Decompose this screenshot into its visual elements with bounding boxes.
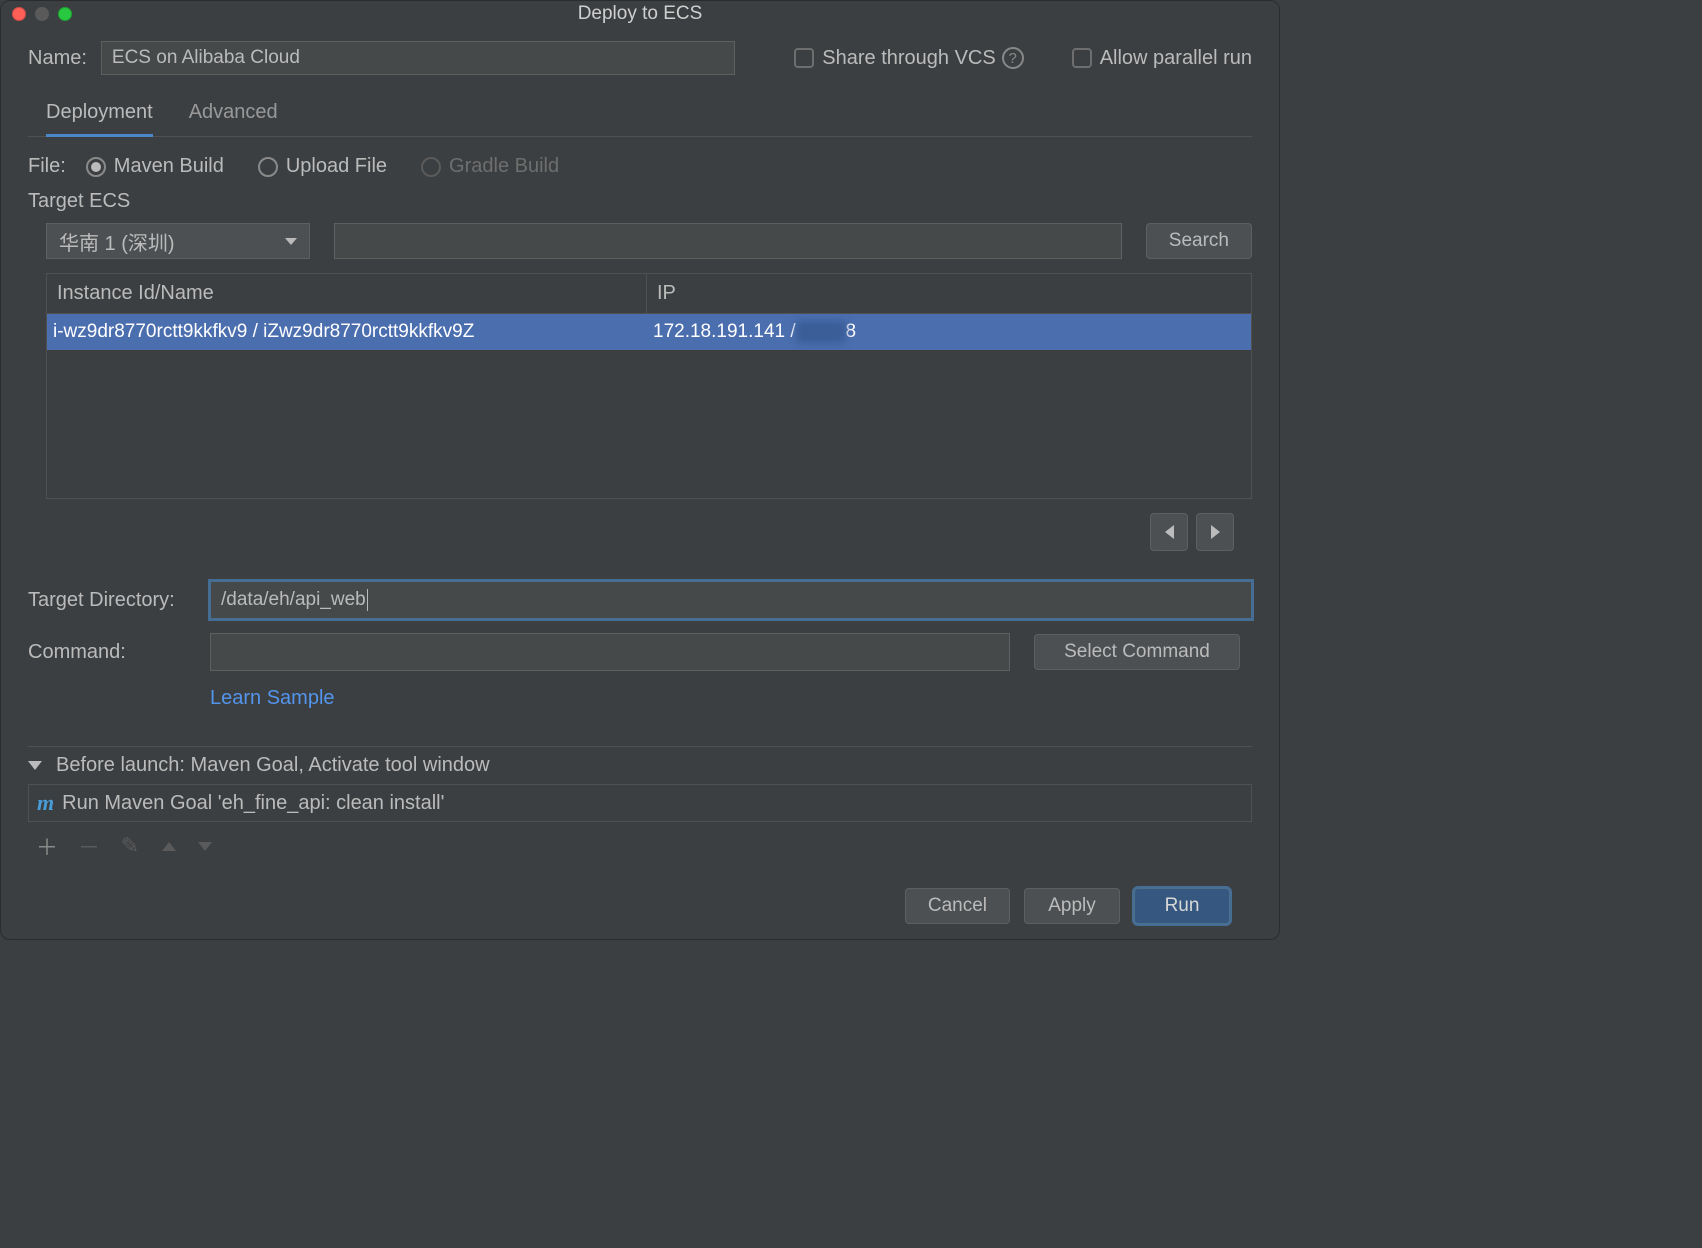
tab-advanced[interactable]: Advanced — [189, 101, 278, 136]
radio-maven-label: Maven Build — [114, 155, 224, 178]
checkbox-icon — [794, 48, 814, 68]
target-dir-label: Target Directory: — [28, 589, 210, 612]
dialog-footer: Cancel Apply Run — [28, 862, 1252, 924]
radio-gradle-label: Gradle Build — [449, 155, 559, 178]
learn-sample-link[interactable]: Learn Sample — [210, 687, 1252, 710]
select-command-button[interactable]: Select Command — [1034, 634, 1240, 670]
share-vcs-label: Share through VCS — [822, 47, 995, 70]
arrow-left-icon — [1165, 525, 1174, 539]
before-launch-item[interactable]: m Run Maven Goal 'eh_fine_api: clean ins… — [28, 784, 1252, 822]
radio-icon — [421, 157, 441, 177]
target-ecs-label: Target ECS — [28, 190, 1252, 213]
file-row: File: Maven Build Upload File Gradle Bui… — [28, 155, 1252, 178]
radio-gradle-build: Gradle Build — [421, 155, 559, 178]
share-vcs-checkbox[interactable]: Share through VCS ? — [794, 47, 1023, 70]
close-window-icon[interactable] — [12, 7, 26, 21]
radio-upload-label: Upload File — [286, 155, 387, 178]
window-title: Deploy to ECS — [0, 3, 1280, 25]
command-row: Command: Select Command — [28, 633, 1252, 671]
add-task-button[interactable]: ＋ — [36, 830, 56, 862]
before-launch-toolbar: ＋ － ✎ — [28, 822, 1252, 862]
target-dir-value: /data/eh/api_web — [221, 589, 366, 611]
search-button[interactable]: Search — [1146, 223, 1252, 259]
allow-parallel-label: Allow parallel run — [1100, 47, 1252, 70]
radio-icon — [258, 157, 278, 177]
command-label: Command: — [28, 641, 210, 664]
command-input[interactable] — [210, 633, 1010, 671]
name-row: Name: Share through VCS ? Allow parallel… — [28, 41, 1252, 75]
ip-prefix: 172.18.191.141 / — [653, 321, 796, 343]
next-button[interactable] — [1196, 513, 1234, 551]
window-controls — [12, 7, 72, 21]
help-icon[interactable]: ? — [1002, 47, 1024, 69]
target-dir-input[interactable]: /data/eh/api_web — [210, 581, 1252, 619]
region-selected: 华南 1 (深圳) — [59, 227, 175, 256]
chevron-down-icon — [285, 238, 297, 245]
move-up-button[interactable] — [162, 842, 176, 851]
before-launch-header[interactable]: Before launch: Maven Goal, Activate tool… — [28, 746, 1252, 784]
table-header: Instance Id/Name IP — [47, 274, 1251, 314]
file-label: File: — [28, 155, 66, 178]
text-caret-icon — [367, 589, 368, 611]
minimize-window-icon[interactable] — [35, 7, 49, 21]
tab-deployment[interactable]: Deployment — [46, 101, 153, 137]
move-down-button[interactable] — [198, 842, 212, 851]
expand-icon — [28, 761, 42, 770]
maven-icon: m — [37, 790, 54, 816]
name-label: Name: — [28, 47, 87, 70]
remove-task-button[interactable]: － — [78, 830, 98, 862]
radio-icon — [86, 157, 106, 177]
ip-suffix: 8 — [846, 321, 857, 343]
arrow-right-icon — [1211, 525, 1220, 539]
allow-parallel-checkbox[interactable]: Allow parallel run — [1072, 47, 1252, 70]
ip-redacted: ■■■■ — [796, 321, 846, 343]
name-input[interactable] — [101, 41, 735, 75]
table-nav — [28, 513, 1234, 551]
radio-upload-file[interactable]: Upload File — [258, 155, 387, 178]
col-ip: IP — [647, 274, 1251, 313]
zoom-window-icon[interactable] — [58, 7, 72, 21]
cell-ip: 172.18.191.141 / ■■■■ 8 — [647, 321, 1251, 343]
region-select[interactable]: 华南 1 (深圳) — [46, 223, 310, 259]
prev-button[interactable] — [1150, 513, 1188, 551]
ecs-search-input[interactable] — [334, 223, 1122, 259]
dialog-window: Deploy to ECS Name: Share through VCS ? … — [0, 0, 1280, 940]
titlebar: Deploy to ECS — [0, 0, 1280, 27]
before-launch-title: Before launch: Maven Goal, Activate tool… — [56, 754, 490, 777]
checkbox-icon — [1072, 48, 1092, 68]
cancel-button[interactable]: Cancel — [905, 888, 1010, 924]
table-row[interactable]: i-wz9dr8770rctt9kkfkv9 / iZwz9dr8770rctt… — [47, 314, 1251, 350]
run-button[interactable]: Run — [1134, 888, 1230, 924]
region-row: 华南 1 (深圳) Search — [28, 223, 1252, 259]
apply-button[interactable]: Apply — [1024, 888, 1120, 924]
cell-instance: i-wz9dr8770rctt9kkfkv9 / iZwz9dr8770rctt… — [47, 321, 647, 343]
edit-task-button[interactable]: ✎ — [120, 833, 140, 859]
instance-table: Instance Id/Name IP i-wz9dr8770rctt9kkfk… — [46, 273, 1252, 499]
tab-bar: Deployment Advanced — [28, 101, 1252, 137]
col-instance: Instance Id/Name — [47, 274, 647, 313]
radio-maven-build[interactable]: Maven Build — [86, 155, 224, 178]
dialog-content: Name: Share through VCS ? Allow parallel… — [0, 27, 1280, 940]
target-dir-row: Target Directory: /data/eh/api_web — [28, 581, 1252, 619]
before-launch-item-label: Run Maven Goal 'eh_fine_api: clean insta… — [62, 792, 444, 815]
